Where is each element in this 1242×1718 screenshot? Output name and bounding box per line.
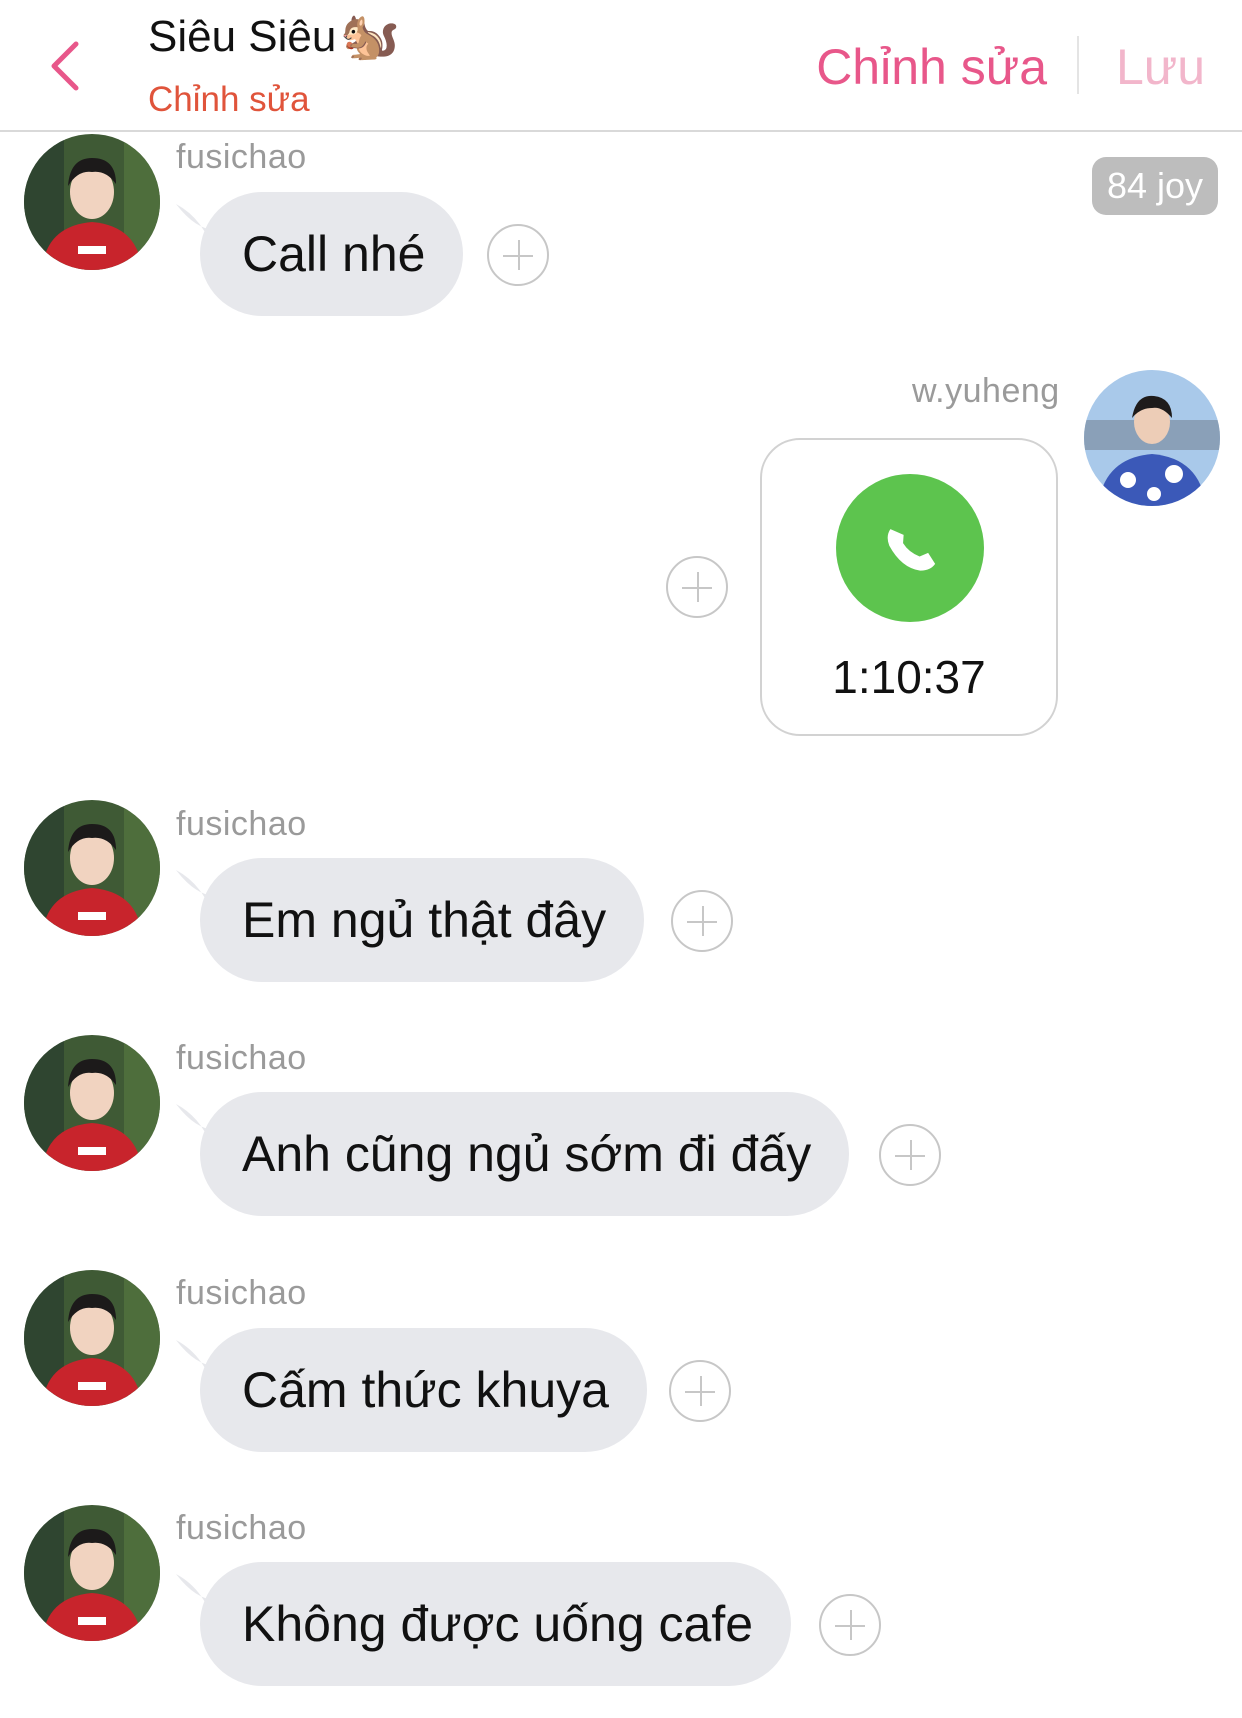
message-bubble[interactable]: Không được uống cafe xyxy=(200,1562,792,1686)
back-button[interactable] xyxy=(44,38,88,94)
sender-name: fusichao xyxy=(176,1509,307,1547)
call-message-card[interactable]: 1:10:37 xyxy=(760,438,1058,736)
call-duration: 1:10:37 xyxy=(832,651,986,703)
message-bubble[interactable]: Cấm thức khuya xyxy=(200,1328,647,1452)
phone-icon xyxy=(887,529,936,571)
avatar-image xyxy=(24,1035,160,1171)
avatar-wyuheng[interactable] xyxy=(1084,370,1220,506)
avatar-fusichao[interactable] xyxy=(24,1035,160,1171)
add-reaction-button[interactable] xyxy=(879,1124,941,1186)
sender-name: fusichao xyxy=(176,805,307,843)
sender-name: w.yuheng xyxy=(912,372,1060,410)
chat-subtitle: Chỉnh sửa xyxy=(148,80,310,119)
avatar-fusichao[interactable] xyxy=(24,800,160,936)
avatar-image xyxy=(1084,370,1220,506)
message-bubble[interactable]: Anh cũng ngủ sớm đi đấy xyxy=(200,1092,850,1216)
joy-badge: 84 joy xyxy=(1092,157,1218,215)
chipmunk-emoji: 🐿️ xyxy=(340,10,401,63)
avatar-image xyxy=(24,1270,160,1406)
avatar-image xyxy=(24,1505,160,1641)
sender-name: fusichao xyxy=(176,138,307,176)
header-divider xyxy=(1077,36,1079,94)
avatar-fusichao[interactable] xyxy=(24,134,160,270)
chat-title-text: Siêu Siêu xyxy=(148,12,337,61)
avatar-fusichao[interactable] xyxy=(24,1505,160,1641)
sender-name: fusichao xyxy=(176,1039,307,1077)
chevron-left-icon xyxy=(51,41,79,91)
avatar-image xyxy=(24,134,160,270)
message-bubble[interactable]: Call nhé xyxy=(200,192,464,316)
add-reaction-button[interactable] xyxy=(669,1360,731,1422)
add-reaction-button[interactable] xyxy=(671,890,733,952)
edit-button[interactable]: Chỉnh sửa xyxy=(816,38,1047,96)
add-reaction-button[interactable] xyxy=(487,224,549,286)
chat-header: Siêu Siêu 🐿️ Chỉnh sửa Chỉnh sửa Lưu xyxy=(0,0,1242,132)
call-icon-circle xyxy=(836,474,984,622)
message-bubble[interactable]: Em ngủ thật đây xyxy=(200,858,645,982)
avatar-fusichao[interactable] xyxy=(24,1270,160,1406)
sender-name: fusichao xyxy=(176,1274,307,1312)
add-reaction-button[interactable] xyxy=(666,556,728,618)
avatar-image xyxy=(24,800,160,936)
add-reaction-button[interactable] xyxy=(819,1594,881,1656)
save-button[interactable]: Lưu xyxy=(1116,38,1205,96)
chat-title: Siêu Siêu 🐿️ xyxy=(148,12,400,62)
